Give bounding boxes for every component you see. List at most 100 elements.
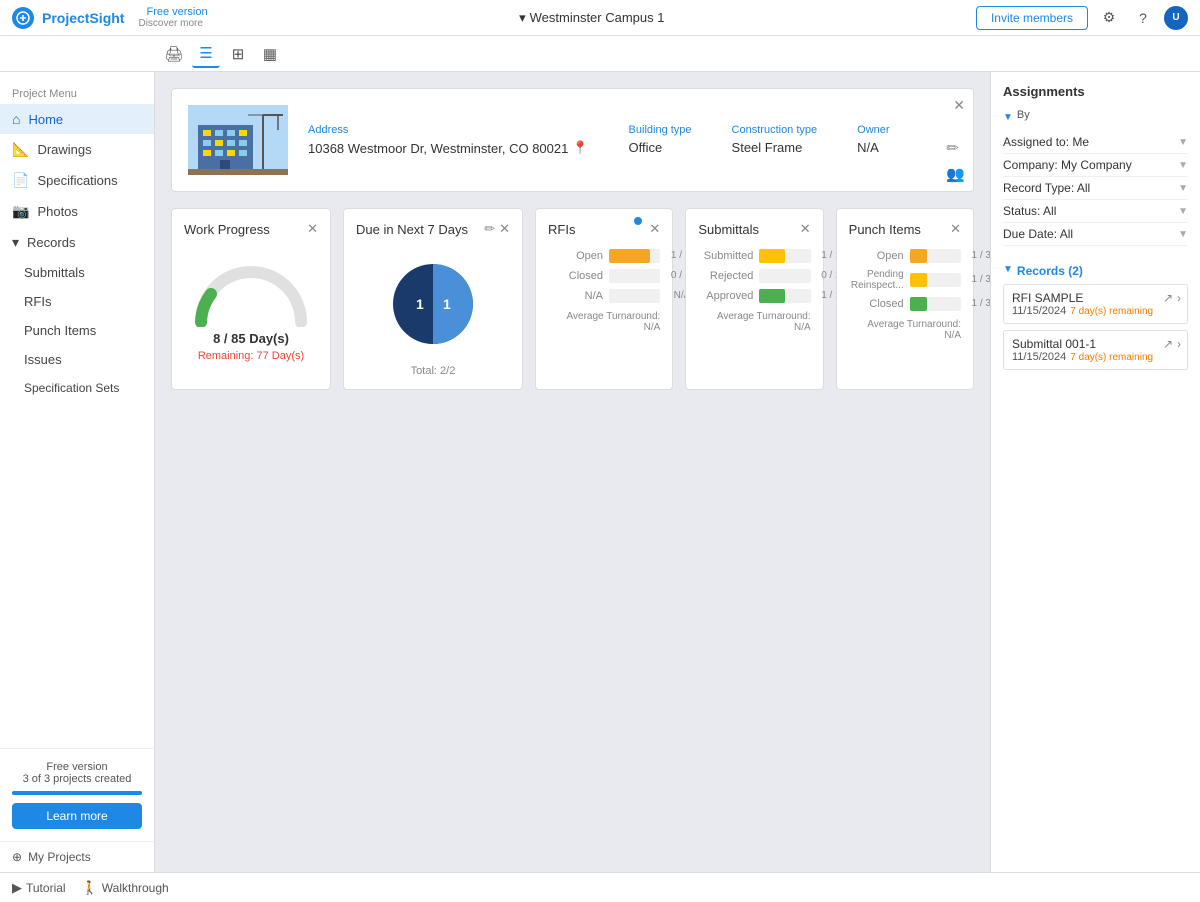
sidebar-item-drawings[interactable]: 📐 Drawings <box>0 134 154 165</box>
sidebar-label-submittals: Submittals <box>24 265 85 280</box>
free-version-info: Free version 3 of 3 projects created <box>12 761 142 785</box>
close-rfis-icon[interactable]: ✕ <box>649 221 660 237</box>
pie-container: 1 1 Total: 2/2 <box>356 249 510 377</box>
filter-due-date[interactable]: Due Date: All ▼ <box>1003 223 1188 246</box>
rfis-title: RFIs <box>548 222 575 237</box>
tutorial-link[interactable]: ▶ Tutorial <box>12 880 66 896</box>
close-project-card-icon[interactable]: ✕ <box>953 97 965 114</box>
filter-company[interactable]: Company: My Company ▼ <box>1003 154 1188 177</box>
project-selector[interactable]: ▾ Westminster Campus 1 <box>208 10 976 26</box>
due-next-title: Due in Next 7 Days <box>356 222 468 237</box>
submittal-record-date: 11/15/2024 <box>1012 351 1066 363</box>
discover-more-link[interactable]: Discover more <box>138 18 207 29</box>
field-construction-type: Construction type Steel Frame <box>732 124 818 156</box>
main-layout: Project Menu ⌂ Home 📐 Drawings 📄 Specifi… <box>0 72 1200 872</box>
sidebar-item-photos[interactable]: 📷 Photos <box>0 196 154 227</box>
rfi-bar-na: N/A N/A <box>548 289 660 303</box>
close-work-progress-icon[interactable]: ✕ <box>307 221 318 237</box>
people-icon[interactable]: 👥 <box>946 165 965 183</box>
submittals-widget: Submittals ✕ Submitted 1 / 2 Rejecte <box>685 208 823 390</box>
rfi-closed-track: 0 / 1 <box>609 269 660 283</box>
rfi-closed-label: Closed <box>548 270 603 282</box>
work-progress-title: Work Progress <box>184 222 270 237</box>
walkthrough-link[interactable]: 🚶 Walkthrough <box>82 880 169 896</box>
by-toggle[interactable]: ▼ By <box>1003 109 1188 125</box>
sidebar-footer-my-projects[interactable]: ⊕ My Projects <box>0 841 154 872</box>
sidebar-item-records[interactable]: ▾ Records <box>0 227 154 258</box>
filter-status[interactable]: Status: All ▼ <box>1003 200 1188 223</box>
rfi-chevron-right-icon[interactable]: › <box>1177 291 1181 305</box>
table-view-icon[interactable]: ▦ <box>256 40 284 68</box>
punch-items-bar-chart: Open 1 / 3 Pending Reinspect... 1 / 3 <box>849 249 961 311</box>
filter-by-section: ▼ By Assigned to: Me ▼ Company: My Compa… <box>1003 109 1188 246</box>
sidebar-item-home[interactable]: ⌂ Home <box>0 104 154 134</box>
user-avatar[interactable]: U <box>1164 6 1188 30</box>
print-icon[interactable]: 🖨 <box>160 40 188 68</box>
submittal-open-new-icon[interactable]: ↗ <box>1163 337 1173 351</box>
pie-total: Total: 2/2 <box>411 365 456 377</box>
sub-rejected-label: Rejected <box>698 270 753 282</box>
sidebar-item-rfis[interactable]: RFIs <box>0 287 154 316</box>
sidebar-item-specification-sets[interactable]: Specification Sets <box>0 374 154 402</box>
sidebar-label-home: Home <box>28 112 63 127</box>
settings-icon[interactable]: ⚙ <box>1096 5 1122 31</box>
records-chevron-down-icon: ▼ <box>1003 264 1013 275</box>
rfis-bar-chart: Open 1 / 1 Closed 0 / 1 <box>548 249 660 303</box>
sidebar-bottom: Free version 3 of 3 projects created Lea… <box>0 748 154 841</box>
building-type-value: Office <box>629 140 692 155</box>
submittal-record-remaining: 7 day(s) remaining <box>1070 352 1153 363</box>
close-submittals-icon[interactable]: ✕ <box>800 221 811 237</box>
records-toggle[interactable]: ▼ Records (2) <box>1003 254 1188 284</box>
address-with-pin: 10368 Westmoor Dr, Westminster, CO 80021… <box>308 140 589 156</box>
due-next-widget: Due in Next 7 Days ✏ ✕ 1 <box>343 208 523 390</box>
assigned-to-label: Assigned to: Me <box>1003 135 1089 149</box>
field-address: Address 10368 Westmoor Dr, Westminster, … <box>308 124 589 156</box>
sidebar-item-specifications[interactable]: 📄 Specifications <box>0 165 154 196</box>
list-view-icon[interactable]: ☰ <box>192 40 220 68</box>
walkthrough-icon: 🚶 <box>82 880 98 896</box>
sub-approved-fill <box>759 289 785 303</box>
pie-chart-svg: 1 1 <box>378 249 488 359</box>
sidebar-label-photos: Photos <box>37 204 77 219</box>
edit-due-next-icon[interactable]: ✏ <box>484 221 495 237</box>
company-chevron: ▼ <box>1178 160 1188 171</box>
grid-view-icon[interactable]: ⊞ <box>224 40 252 68</box>
sub-approved-track: 1 / 2 <box>759 289 810 303</box>
field-building-type: Building type Office <box>629 124 692 156</box>
sub-approved-label: Approved <box>698 290 753 302</box>
right-panel: Assignments ▼ By Assigned to: Me ▼ Compa… <box>990 72 1200 872</box>
project-fields: Address 10368 Westmoor Dr, Westminster, … <box>308 124 957 156</box>
help-icon[interactable]: ? <box>1130 5 1156 31</box>
rfis-avg-turnaround: Average Turnaround: N/A <box>548 311 660 333</box>
sidebar-item-issues[interactable]: Issues <box>0 345 154 374</box>
learn-more-button[interactable]: Learn more <box>12 803 142 829</box>
sub-toolbar: 🖨 ☰ ⊞ ▦ <box>0 36 1200 72</box>
submittal-record-actions: ↗ › <box>1163 337 1181 351</box>
close-punch-items-icon[interactable]: ✕ <box>950 221 961 237</box>
rfi-na-track: N/A <box>609 289 660 303</box>
svg-text:1: 1 <box>443 296 451 312</box>
submittal-chevron-right-icon[interactable]: › <box>1177 337 1181 351</box>
photos-icon: 📷 <box>12 203 29 220</box>
tutorial-label: Tutorial <box>26 881 66 895</box>
gauge-svg <box>191 257 311 327</box>
project-image <box>188 105 288 175</box>
filter-assigned-to[interactable]: Assigned to: Me ▼ <box>1003 131 1188 154</box>
sidebar-label-specifications: Specifications <box>37 173 117 188</box>
invite-members-button[interactable]: Invite members <box>976 6 1088 30</box>
bottom-bar: ▶ Tutorial 🚶 Walkthrough <box>0 872 1200 902</box>
address-label: Address <box>308 124 589 136</box>
close-due-next-icon[interactable]: ✕ <box>499 221 510 237</box>
rfi-record-name: RFI SAMPLE <box>1012 291 1179 305</box>
punch-items-title: Punch Items <box>849 222 921 237</box>
submittals-avg-turnaround: Average Turnaround: N/A <box>698 311 810 333</box>
rfi-open-new-icon[interactable]: ↗ <box>1163 291 1173 305</box>
sidebar-label-punch-items: Punch Items <box>24 323 96 338</box>
edit-project-icon[interactable]: ✏ <box>946 139 965 157</box>
building-type-label: Building type <box>629 124 692 136</box>
sidebar-item-submittals[interactable]: Submittals <box>0 258 154 287</box>
location-pin-icon[interactable]: 📍 <box>572 140 588 156</box>
sidebar-item-punch-items[interactable]: Punch Items <box>0 316 154 345</box>
filter-record-type[interactable]: Record Type: All ▼ <box>1003 177 1188 200</box>
pi-bar-pending: Pending Reinspect... 1 / 3 <box>849 269 961 291</box>
